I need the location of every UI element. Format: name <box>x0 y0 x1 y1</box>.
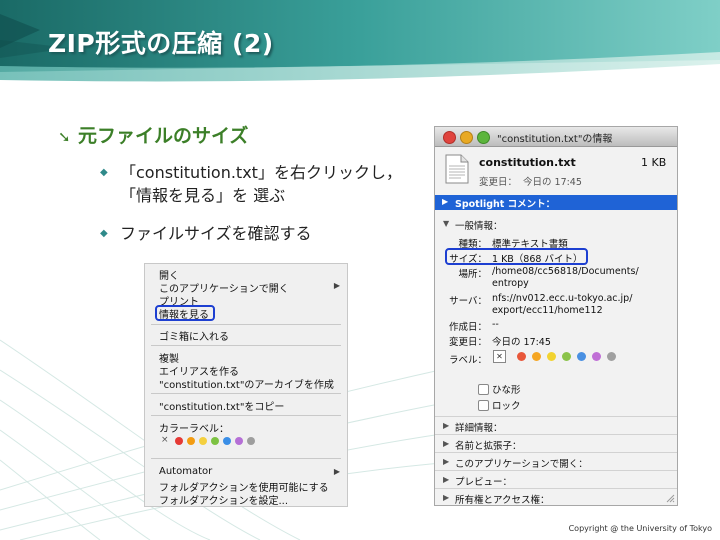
section-label: 所有権とアクセス権： <box>455 495 550 506</box>
menu-separator <box>151 458 341 459</box>
resize-grip-icon[interactable] <box>666 494 675 503</box>
server-label: サーバ： <box>449 296 487 307</box>
color-label-dot[interactable] <box>187 437 195 445</box>
where-label: 場所： <box>458 269 487 280</box>
menu-separator <box>151 415 341 416</box>
created-label: 作成日： <box>448 322 487 333</box>
diamond-bullet-icon: ◆ <box>100 228 108 239</box>
disclosure-triangle-icon: ▶ <box>443 439 450 448</box>
section-name-extension[interactable]: ▶ 名前と拡張子： <box>435 434 677 453</box>
label-color-dot[interactable] <box>532 352 541 361</box>
file-name: constitution.txt <box>479 156 576 169</box>
slide-title: ZIP形式の圧縮 (2) <box>48 29 274 58</box>
spotlight-comments-label: Spotlight コメント： <box>455 199 556 210</box>
menu-item-move-to-trash[interactable]: ゴミ箱に入れる <box>159 328 229 343</box>
bullet-text-line2: 「情報を見る」を 選ぶ <box>120 186 286 205</box>
color-label-dot[interactable] <box>247 437 255 445</box>
color-label-dot[interactable] <box>235 437 243 445</box>
where-value-line2: entropy <box>492 278 529 289</box>
section-label: 名前と拡張子： <box>455 441 522 452</box>
bullet-text-line1: ファイルサイズを確認する <box>120 224 312 243</box>
disclosure-triangle-icon: ▶ <box>443 475 450 484</box>
stationery-label: ひな形 <box>492 385 521 396</box>
arrow-bullet-icon: ➘ <box>58 128 71 146</box>
window-titlebar: "constitution.txt"の情報 <box>435 127 677 147</box>
menu-item-automator[interactable]: Automator <box>159 466 212 477</box>
section-more-info[interactable]: ▶ 詳細情報： <box>435 416 677 435</box>
disclosure-triangle-icon: ▶ <box>443 493 450 502</box>
section-ownership-permissions[interactable]: ▶ 所有権とアクセス権： <box>435 488 677 506</box>
created-value: -- <box>492 319 499 330</box>
size-highlight <box>445 248 588 265</box>
section-label: プレビュー： <box>455 477 513 488</box>
locked-label: ロック <box>492 401 521 412</box>
diamond-bullet-icon: ◆ <box>100 167 108 178</box>
info-window: "constitution.txt"の情報 constitution.txt 1… <box>434 126 678 506</box>
label-color-dot[interactable] <box>562 352 571 361</box>
section-open-with[interactable]: ▶ このアプリケーションで開く： <box>435 452 677 471</box>
label-color-dot[interactable] <box>607 352 616 361</box>
section-label: 詳細情報： <box>455 423 503 434</box>
collapse-triangle-icon[interactable]: ▼ <box>443 219 449 228</box>
header-modified-label: 変更日： <box>479 177 518 188</box>
label-color-dot[interactable] <box>592 352 601 361</box>
menu-item-create-archive[interactable]: "constitution.txt"のアーカイブを作成 <box>159 376 334 391</box>
section-preview[interactable]: ▶ プレビュー： <box>435 470 677 489</box>
color-label-dot[interactable] <box>223 437 231 445</box>
file-size: 1 KB <box>641 156 667 169</box>
menu-separator <box>151 345 341 346</box>
label-color-dot[interactable] <box>547 352 556 361</box>
menu-item-color-label: カラーラベル： <box>159 424 229 435</box>
section-heading: ➘ 元ファイルのサイズ <box>58 121 248 148</box>
submenu-arrow-icon: ▶ <box>333 281 340 290</box>
label-label: ラベル： <box>448 355 487 366</box>
clear-label-icon[interactable]: × <box>161 435 169 445</box>
menu-separator <box>151 324 341 325</box>
label-color-dot[interactable] <box>577 352 586 361</box>
disclosure-triangle-icon: ▶ <box>443 421 450 430</box>
disclosure-triangle-icon: ▶ <box>443 457 450 466</box>
copyright-footer: Copyright @ the University of Tokyo <box>568 524 712 533</box>
color-label-dot[interactable] <box>199 437 207 445</box>
minimize-button[interactable] <box>460 131 473 144</box>
server-value-line2: export/ecc11/home112 <box>492 305 603 316</box>
stationery-checkbox[interactable] <box>478 384 489 395</box>
header-modified-value: 今日の 17:45 <box>523 177 582 188</box>
modified-value: 今日の 17:45 <box>492 337 551 348</box>
clear-label-icon[interactable]: ✕ <box>493 350 506 363</box>
label-color-dot[interactable] <box>517 352 526 361</box>
menu-item-copy[interactable]: "constitution.txt"をコピー <box>159 398 284 413</box>
bullet-text-line1: 「constitution.txt」を右クリックし， <box>120 163 402 182</box>
expand-triangle-icon: ▶ <box>442 197 449 206</box>
spotlight-comments-header[interactable]: ▶ Spotlight コメント： <box>435 195 677 210</box>
submenu-arrow-icon: ▶ <box>333 467 340 476</box>
where-value-line1: /home08/cc56818/Documents/ <box>492 266 639 277</box>
menu-separator <box>151 393 341 394</box>
color-label-dot[interactable] <box>175 437 183 445</box>
section-label: このアプリケーションで開く： <box>455 459 588 470</box>
window-title: "constitution.txt"の情報 <box>497 134 613 145</box>
general-section-header[interactable]: 一般情報： <box>455 218 503 232</box>
text-document-icon <box>445 154 469 184</box>
get-info-highlight <box>155 305 215 321</box>
color-label-dot[interactable] <box>211 437 219 445</box>
menu-item-configure-folder-actions[interactable]: フォルダアクションを設定... <box>159 492 288 507</box>
close-button[interactable] <box>443 131 456 144</box>
section-heading-text: 元ファイルのサイズ <box>78 125 249 147</box>
context-menu: 開く このアプリケーションで開く ▶ プリント 情報を見る ゴミ箱に入れる 複製… <box>144 263 348 507</box>
modified-label: 変更日： <box>448 337 487 348</box>
zoom-button[interactable] <box>477 131 490 144</box>
server-value-line1: nfs://nv012.ecc.u-tokyo.ac.jp/ <box>492 293 633 304</box>
locked-checkbox[interactable] <box>478 400 489 411</box>
